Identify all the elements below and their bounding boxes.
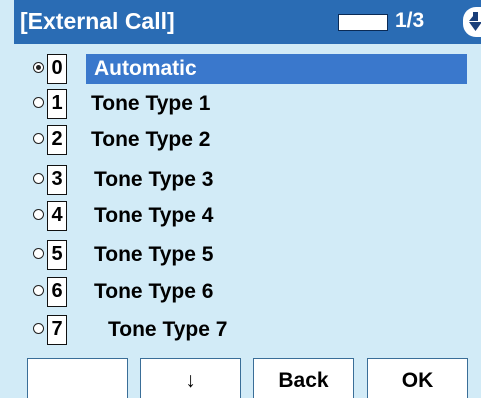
radio-button[interactable] <box>33 285 44 296</box>
radio-button[interactable] <box>33 248 44 259</box>
radio-button[interactable] <box>33 97 44 108</box>
key-number: 5 <box>47 240 67 270</box>
key-number: 1 <box>47 89 67 119</box>
ok-button[interactable]: OK <box>367 358 468 398</box>
scroll-down-icon <box>463 7 481 37</box>
list-item[interactable]: 3 Tone Type 3 <box>0 163 481 196</box>
radio-button[interactable] <box>33 62 44 73</box>
key-number: 6 <box>47 277 67 307</box>
back-button[interactable]: Back <box>253 358 354 398</box>
radio-button[interactable] <box>33 209 44 220</box>
list-item[interactable]: 2 Tone Type 2 <box>0 123 481 156</box>
list-item-label: Tone Type 7 <box>108 318 228 341</box>
radio-button[interactable] <box>33 323 44 334</box>
list-item-label: Tone Type 2 <box>91 128 211 151</box>
list-item-label: Automatic <box>94 57 197 80</box>
softkey-down-button[interactable]: ↓ <box>140 358 241 398</box>
list-item[interactable]: 0 Automatic <box>0 52 481 85</box>
list-item-label: Tone Type 5 <box>94 243 214 266</box>
list-item[interactable]: 1 Tone Type 1 <box>0 87 481 120</box>
key-number: 4 <box>47 201 67 231</box>
list-item-label: Tone Type 4 <box>94 204 214 227</box>
title-bar: [External Call] 1/3 <box>14 0 481 44</box>
page-indicator: 1/3 <box>395 9 425 32</box>
page-indicator-box <box>338 14 388 31</box>
softkey-1[interactable] <box>27 358 128 398</box>
list-item[interactable]: 4 Tone Type 4 <box>0 199 481 232</box>
list-item[interactable]: 6 Tone Type 6 <box>0 275 481 308</box>
softkey-bar: ↓ Back OK <box>27 358 468 398</box>
key-number: 7 <box>47 315 67 345</box>
key-number: 2 <box>47 125 67 155</box>
phone-screen: [External Call] 1/3 0 Automatic 1 Tone T… <box>0 0 481 398</box>
radio-button[interactable] <box>33 173 44 184</box>
list-item-label: Tone Type 1 <box>91 92 211 115</box>
list-item[interactable]: 5 Tone Type 5 <box>0 238 481 271</box>
key-number: 3 <box>47 165 67 195</box>
screen-title: [External Call] <box>20 8 175 34</box>
list-item[interactable]: 7 Tone Type 7 <box>0 313 481 346</box>
list-item-label: Tone Type 6 <box>94 280 214 303</box>
key-number: 0 <box>47 54 67 84</box>
radio-button[interactable] <box>33 133 44 144</box>
list-item-label: Tone Type 3 <box>94 168 214 191</box>
